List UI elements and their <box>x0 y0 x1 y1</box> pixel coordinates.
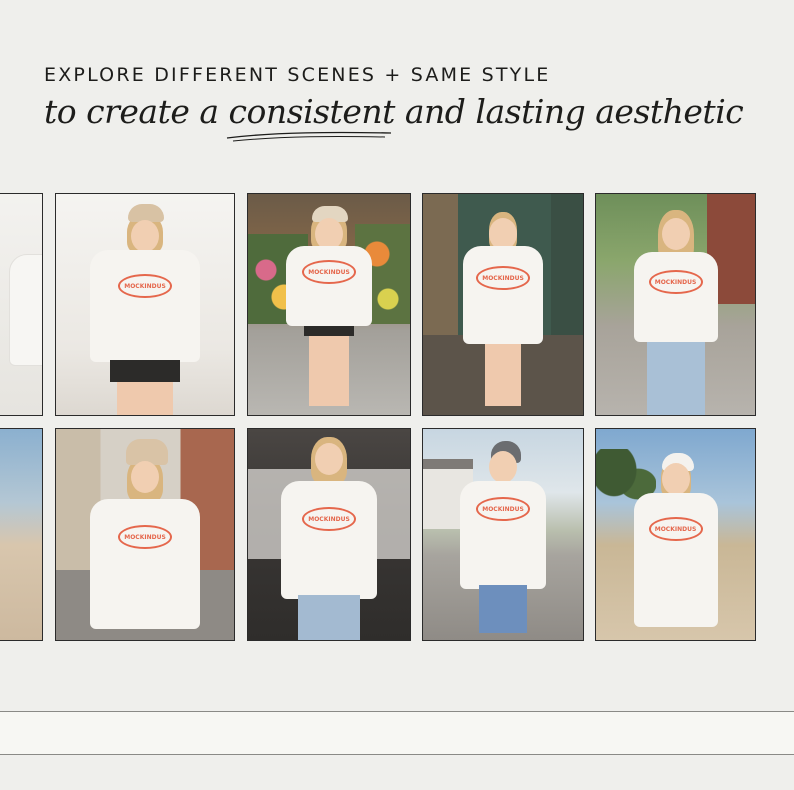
photo-city-street: MOCKINDUS <box>55 428 235 641</box>
photo-beach-partial <box>0 428 43 641</box>
headline-kicker: EXPLORE DIFFERENT SCENES + SAME STYLE <box>44 64 551 86</box>
photo-studio-cap: MOCKINDUS <box>55 193 235 416</box>
photo-porch-door: MOCKINDUS <box>422 193 584 416</box>
logo-text: MOCKINDUS <box>482 505 524 513</box>
headline-script: to create a consistent and lasting aesth… <box>44 92 744 142</box>
photo-studio-partial <box>0 193 43 416</box>
headline-emphasis: consistent <box>226 92 395 142</box>
photo-sidewalk-trees: MOCKINDUS <box>595 193 756 416</box>
logo-text: MOCKINDUS <box>308 268 350 276</box>
logo-text: MOCKINDUS <box>482 274 524 282</box>
logo-text: MOCKINDUS <box>654 278 697 286</box>
photo-suburban-road: MOCKINDUS <box>422 428 584 641</box>
logo-text: MOCKINDUS <box>124 282 166 290</box>
headline-suffix: and lasting aesthetic <box>394 92 744 131</box>
header: EXPLORE DIFFERENT SCENES + SAME STYLE to… <box>44 64 744 142</box>
logo-text: MOCKINDUS <box>654 525 697 533</box>
underline-swash <box>226 131 391 142</box>
headline-prefix: to create a <box>44 92 229 131</box>
photo-flower-shop: MOCKINDUS <box>247 193 411 416</box>
photo-beach-palms: MOCKINDUS <box>595 428 756 641</box>
logo-text: MOCKINDUS <box>124 533 166 541</box>
photo-garage-wall: MOCKINDUS <box>247 428 411 641</box>
footer-bar <box>0 711 794 755</box>
logo-text: MOCKINDUS <box>308 515 350 523</box>
